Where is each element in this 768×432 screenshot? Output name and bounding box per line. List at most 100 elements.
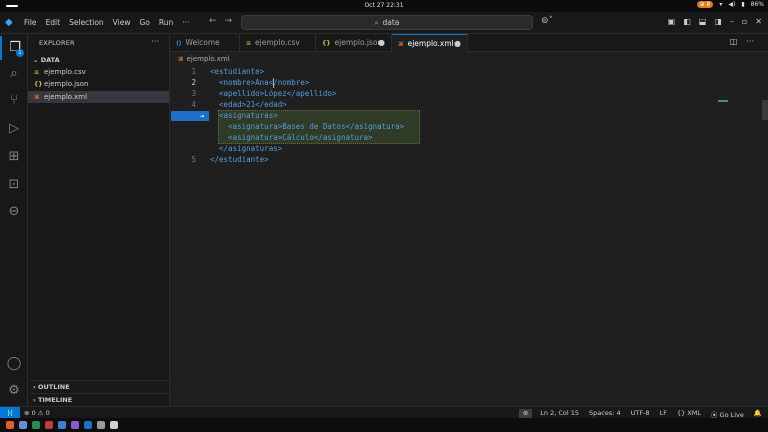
tab-ejemplo-xml[interactable]: ⌘ ejemplo.xml ● [392, 34, 468, 52]
run-debug-icon[interactable]: ▷ [0, 117, 28, 141]
menu-edit[interactable]: Edit [46, 18, 61, 27]
file-label: ejemplo.json [44, 80, 89, 88]
editor-actions: ◫ ··· [730, 37, 754, 46]
close-icon[interactable]: ✕ [755, 17, 762, 26]
editor-tabs: ⟨⟩ Welcome ≡ ejemplo.csv {} ejemplo.json ● ⌘… [170, 34, 768, 52]
file-ejemplo-json[interactable]: {}ejemplo.json [28, 78, 169, 90]
explorer-badge: 1 [16, 49, 24, 57]
account-icon[interactable]: ◯ [0, 352, 28, 376]
layout-toggle-icon[interactable]: ▣ [668, 17, 676, 26]
code-line: 4 <edad>21</edad> [170, 99, 768, 110]
explorer-title: EXPLORER [39, 39, 75, 47]
menu-file[interactable]: File [24, 18, 37, 27]
code-line-suggestion: <asignatura>Bases de Datos</asignatura> [170, 121, 768, 132]
remote-explorer-icon[interactable]: ⊡ [0, 173, 28, 197]
outline-section[interactable]: › OUTLINE [30, 380, 170, 392]
menu-more[interactable]: ··· [182, 18, 189, 27]
more-actions-icon[interactable]: ··· [746, 37, 754, 46]
file-ejemplo-csv[interactable]: ≡ ejemplo.csv [28, 66, 169, 78]
line-number: 3 [191, 89, 196, 98]
forward-arrow-icon[interactable]: → [225, 16, 233, 26]
split-editor-icon[interactable]: ◫ [730, 37, 738, 46]
breadcrumb[interactable]: ⌘ ejemplo.xml [178, 55, 230, 63]
copilot-icon[interactable]: ⊚˅ [541, 16, 553, 26]
file-ejemplo-xml[interactable]: ⌘ ejemplo.xml [28, 91, 169, 103]
file-label: ejemplo.xml [44, 93, 88, 101]
search-icon: ⌕ [374, 19, 379, 27]
menu-view[interactable]: View [113, 18, 131, 27]
code-line-suggestion: <asignaturas> [170, 110, 768, 121]
minimap[interactable] [718, 100, 728, 102]
app-icon[interactable] [110, 421, 118, 429]
folder-data[interactable]: ⌄ DATA [30, 54, 170, 66]
code-line: 1 <estudiante> [170, 66, 768, 77]
tab-welcome[interactable]: ⟨⟩ Welcome [170, 34, 240, 52]
json-file-icon: {} [322, 40, 331, 47]
code-line: 5 </estudiante> [170, 154, 768, 165]
unsaved-dot-icon[interactable]: ● [378, 34, 385, 52]
problems-indicator[interactable]: ⊗ 0 ⚠ 0 [24, 409, 50, 417]
code-text: <nombre>Ana</nombre> [210, 78, 310, 87]
explorer-icon[interactable]: ❐ 1 [0, 36, 28, 60]
secondary-sidebar-toggle-icon[interactable]: ◨ [714, 17, 722, 26]
volume-icon: ◀) [728, 1, 736, 8]
source-control-icon[interactable]: ⑂ [0, 89, 28, 113]
command-center-search[interactable]: ⌕ data [241, 15, 533, 30]
timeline-section[interactable]: › TIMELINE [30, 393, 170, 405]
menu-run[interactable]: Run [159, 18, 173, 27]
files-app-icon[interactable] [19, 421, 27, 429]
search-icon[interactable]: ⌕ [0, 62, 28, 86]
history-nav: ← → [209, 16, 232, 26]
os-taskbar [0, 418, 768, 432]
code-editor[interactable]: ⇥ 1 <estudiante> 2 <nombre>Ana</nombre> … [170, 66, 768, 396]
code-text: <asignatura>Cálculo</asignatura> [210, 133, 373, 142]
vertical-scrollbar[interactable] [762, 100, 768, 120]
line-number: 4 [191, 100, 196, 109]
code-text: <asignaturas> [210, 111, 278, 120]
window-controls: ▣ ◧ ⬓ ◨ – ▫ ✕ [668, 17, 762, 26]
testing-icon[interactable]: ⊖ [0, 200, 28, 224]
app-icon[interactable] [58, 421, 66, 429]
code-text: <apellido>López</apellido> [210, 89, 337, 98]
xml-file-icon: ⌘ [34, 94, 40, 101]
tab-ejemplo-csv[interactable]: ≡ ejemplo.csv [240, 34, 316, 52]
panel-toggle-icon[interactable]: ⬓ [699, 17, 707, 26]
code-text: </asignaturas> [210, 144, 283, 153]
explorer-sidebar: EXPLORER ··· ⌄ DATA ≡ ejemplo.csv {}ejemp… [28, 34, 170, 406]
search-text: data [382, 18, 400, 27]
vscode-tab-icon: ⟨⟩ [176, 40, 182, 47]
maximize-icon[interactable]: ▫ [742, 17, 747, 26]
os-clock[interactable]: Oct 27 22:31 [0, 2, 768, 9]
xml-file-icon: ⌘ [178, 56, 184, 63]
indicator-pill[interactable]: ⊕ 8 [696, 1, 714, 8]
tab-label: ejemplo.json [334, 38, 383, 47]
editor-area: ⟨⟩ Welcome ≡ ejemplo.csv {} ejemplo.json ● ⌘… [170, 34, 768, 406]
minimize-icon[interactable]: – [730, 17, 734, 26]
menu-go[interactable]: Go [139, 18, 149, 27]
text-cursor [273, 78, 274, 88]
browser-app-icon[interactable] [45, 421, 53, 429]
breadcrumb-file: ejemplo.xml [186, 55, 230, 63]
line-number: 1 [191, 67, 196, 76]
settings-icon[interactable]: ⚙ [0, 379, 28, 403]
xml-file-icon: ⌘ [398, 41, 404, 48]
vscode-app-icon[interactable] [84, 421, 92, 429]
explorer-more-button[interactable]: ··· [151, 37, 159, 46]
sidebar-toggle-icon[interactable]: ◧ [683, 17, 691, 26]
timeline-label: TIMELINE [37, 396, 73, 404]
terminal-app-icon[interactable] [32, 421, 40, 429]
system-tray[interactable]: ⊕ 8 ▾ ◀) ▮ 86% [696, 1, 764, 8]
code-text: <estudiante> [210, 67, 265, 76]
menu-selection[interactable]: Selection [69, 18, 104, 27]
extensions-icon[interactable]: ⊞ [0, 145, 28, 169]
back-arrow-icon[interactable]: ← [209, 16, 217, 26]
app-icon[interactable] [71, 421, 79, 429]
outline-label: OUTLINE [37, 383, 70, 391]
code-line-suggestion: <asignatura>Cálculo</asignatura> [170, 132, 768, 143]
app-launcher-icon[interactable] [6, 421, 14, 429]
tab-label: Welcome [185, 38, 220, 47]
unsaved-dot-icon[interactable]: ● [454, 35, 461, 53]
tab-ejemplo-json[interactable]: {} ejemplo.json ● [316, 34, 392, 52]
app-icon[interactable] [97, 421, 105, 429]
line-number: 2 [191, 78, 196, 87]
